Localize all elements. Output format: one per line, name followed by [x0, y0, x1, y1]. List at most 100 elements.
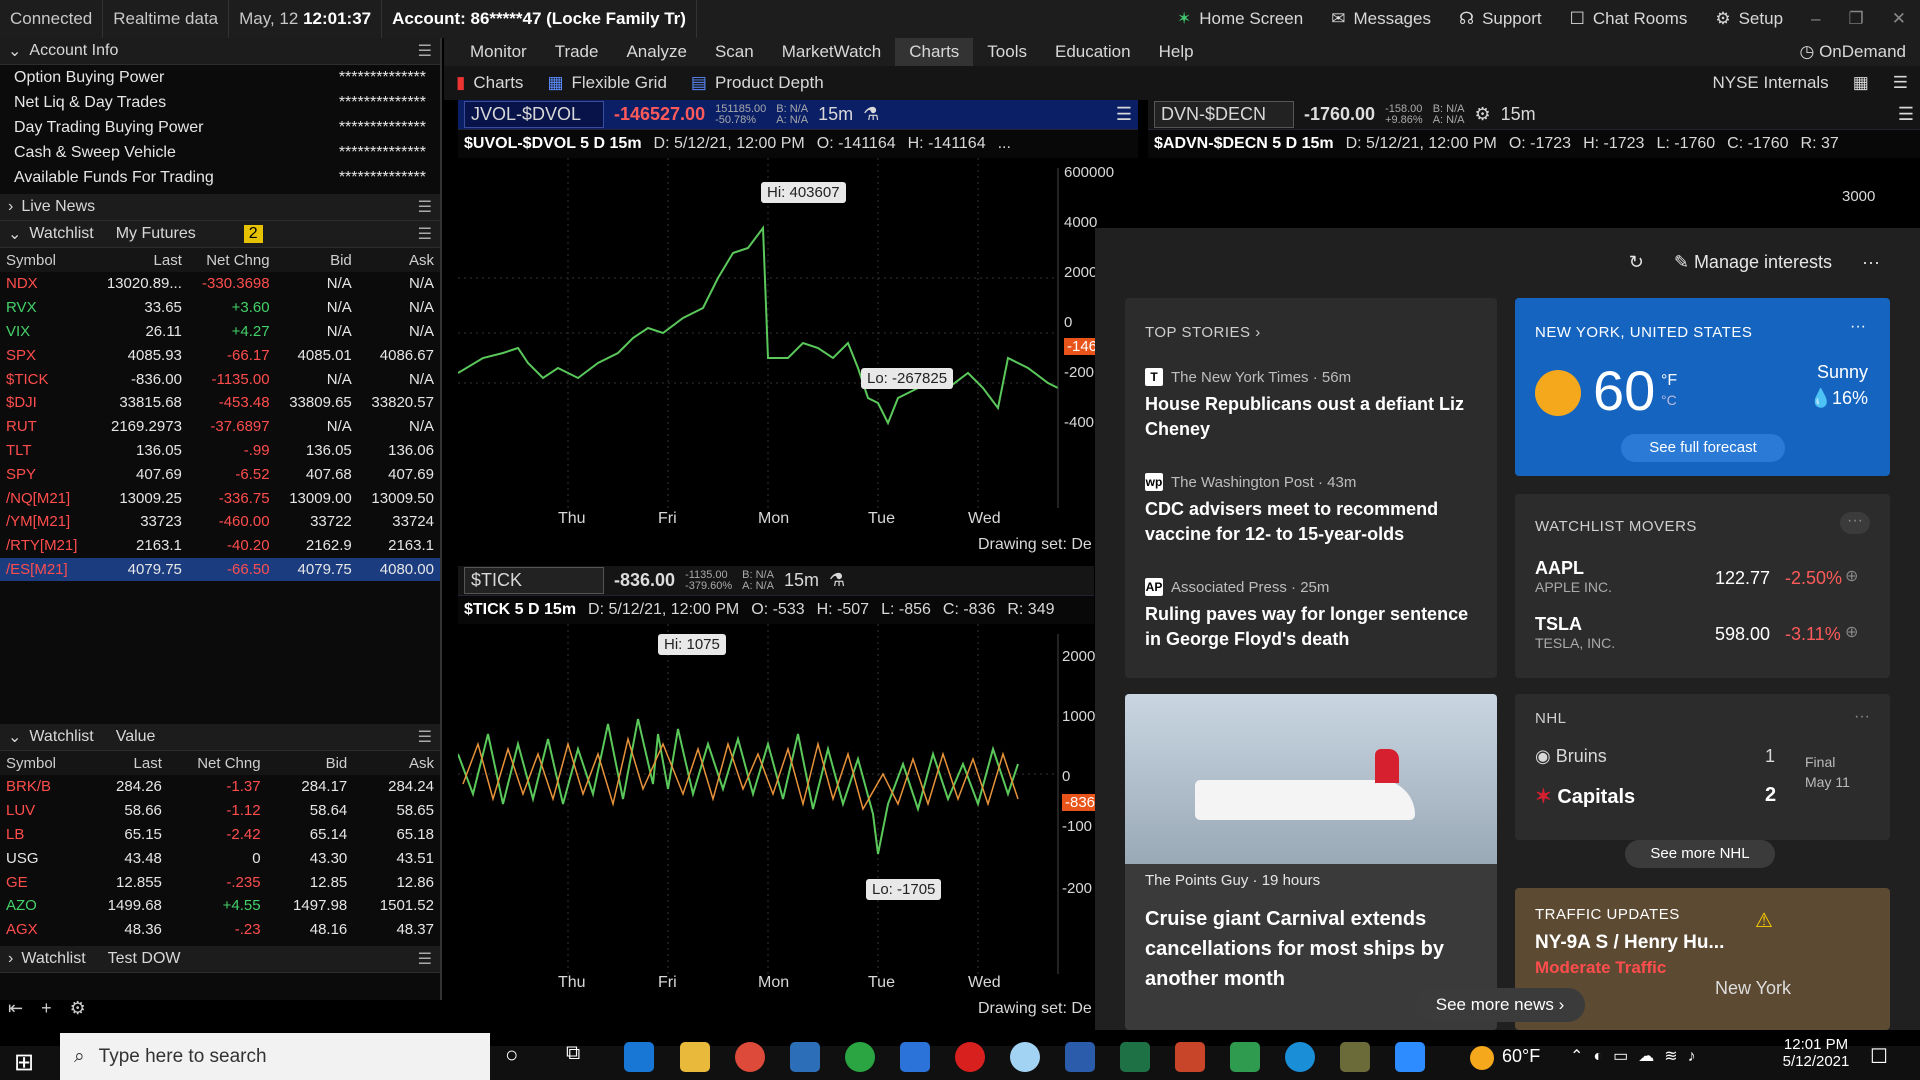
slack-icon[interactable] — [1010, 1042, 1040, 1072]
gear-icon[interactable]: ⚙ — [70, 998, 86, 1019]
menu-charts[interactable]: Charts — [895, 38, 974, 66]
col-bid[interactable]: Bid — [275, 248, 358, 272]
unit-c[interactable]: °C — [1661, 392, 1677, 408]
tab-product-depth[interactable]: ▤ Product Depth — [679, 66, 836, 100]
manage-interests-button[interactable]: ✎ Manage interests — [1674, 252, 1832, 273]
menu-help[interactable]: Help — [1145, 38, 1208, 66]
drawing-set[interactable]: Drawing set: De — [978, 1000, 1094, 1018]
messages-button[interactable]: ✉ Messages — [1317, 0, 1445, 38]
symbol-input[interactable]: JVOL-$DVOL — [464, 101, 604, 128]
add-icon[interactable]: ⊕ — [1845, 622, 1858, 642]
nhl-card[interactable]: NHL ··· ◉ Bruins 1 ✶ Capitals 2 Final Ma… — [1515, 694, 1890, 840]
chat-rooms-button[interactable]: ☐ Chat Rooms — [1556, 0, 1702, 38]
taskbar-weather[interactable]: 60°F — [1502, 1046, 1540, 1067]
more-options-icon[interactable]: ··· — [1862, 252, 1880, 273]
zoom-icon[interactable] — [1395, 1042, 1425, 1072]
file-explorer-icon[interactable] — [680, 1042, 710, 1072]
table-row[interactable]: GE 12.855 -.235 12.85 12.86 — [0, 870, 440, 894]
menu-icon[interactable]: ☰ — [418, 949, 432, 969]
unit-f[interactable]: °F — [1661, 372, 1677, 390]
nyse-internals-label[interactable]: NYSE Internals — [1700, 66, 1840, 100]
see-more-news-button[interactable]: See more news › — [1415, 988, 1585, 1022]
notification-icon[interactable]: ☐ — [1870, 1044, 1888, 1069]
col-net-chng[interactable]: Net Chng — [167, 751, 267, 775]
watchlist-select[interactable]: Test DOW — [108, 950, 181, 968]
menu-icon[interactable]: ☰ — [418, 224, 432, 244]
edge-icon[interactable] — [624, 1042, 654, 1072]
menu-icon[interactable]: ☰ — [418, 197, 432, 217]
chart-plot[interactable]: Hi: 1075 Lo: -1705 2000 1000 0 -836 -100… — [457, 624, 1099, 1004]
chrome-icon[interactable] — [735, 1042, 765, 1072]
app-icon[interactable] — [1340, 1042, 1370, 1072]
tab-charts[interactable]: ▮ Charts — [444, 66, 535, 100]
support-button[interactable]: ☊ Support — [1445, 0, 1556, 38]
table-row[interactable]: /ES[M21] 4079.75 -66.50 4079.75 4080.00 — [0, 557, 440, 582]
tab-flexible-grid[interactable]: ▦ Flexible Grid — [535, 66, 678, 100]
windows-start-icon[interactable]: ⊞ — [14, 1048, 34, 1077]
table-row[interactable]: /YM[M21] 33723 -460.00 33722 33724 — [0, 510, 440, 534]
menu-icon[interactable]: ☰ — [1116, 104, 1132, 125]
more-options-icon[interactable]: ··· — [1850, 318, 1866, 336]
top-stories-link[interactable]: TOP STORIES › — [1145, 324, 1261, 341]
table-row[interactable]: $DJI 33815.68 -453.48 33809.65 33820.57 — [0, 391, 440, 415]
skype-icon[interactable] — [1285, 1042, 1315, 1072]
col-symbol[interactable]: Symbol — [0, 751, 82, 775]
col-bid[interactable]: Bid — [266, 751, 354, 775]
table-row[interactable]: USG 43.48 0 43.30 43.51 — [0, 846, 440, 870]
see-more-nhl-button[interactable]: See more NHL — [1625, 840, 1775, 868]
col-last[interactable]: Last — [81, 751, 168, 775]
close-button[interactable]: ✕ — [1878, 0, 1920, 38]
see-full-forecast-button[interactable]: See full forecast — [1621, 434, 1785, 462]
add-icon[interactable]: + — [41, 998, 52, 1019]
table-row[interactable]: RVX 33.65 +3.60 N/A N/A — [0, 296, 440, 320]
studies-icon[interactable]: ⚗ — [863, 104, 879, 125]
gear-icon[interactable]: ⚙ — [1474, 104, 1490, 125]
menu-icon[interactable]: ☰ — [1898, 104, 1914, 125]
table-row[interactable]: SPX 4085.93 -66.17 4085.01 4086.67 — [0, 343, 440, 367]
live-news-header[interactable]: › Live News ☰ — [0, 194, 440, 221]
col-ask[interactable]: Ask — [353, 751, 440, 775]
table-row[interactable]: /RTY[M21] 2163.1 -40.20 2162.9 2163.1 — [0, 534, 440, 558]
news-story[interactable]: AP Associated Press · 25m Ruling paves wa… — [1145, 578, 1480, 652]
todo-icon[interactable] — [900, 1042, 930, 1072]
studies-icon[interactable]: ⚗ — [829, 570, 845, 591]
menu-icon[interactable]: ☰ — [1881, 66, 1920, 100]
account-selector[interactable]: Account: 86*****47 (Locke Family Tr) — [382, 0, 697, 38]
excel-icon[interactable] — [1120, 1042, 1150, 1072]
table-row[interactable]: TLT 136.05 -.99 136.05 136.06 — [0, 439, 440, 463]
watchlist-select[interactable]: My Futures — [116, 225, 196, 243]
chart-plot[interactable]: Hi: 403607 Lo: -267825 600000 4000 2000 … — [457, 158, 1138, 538]
mover-row[interactable]: TSLA TESLA, INC. 598.00 -3.11% ⊕ — [1535, 614, 1858, 651]
table-row[interactable]: /NQ[M21] 13009.25 -336.75 13009.00 13009.50 — [0, 486, 440, 510]
add-icon[interactable]: ⊕ — [1845, 566, 1858, 586]
opera-icon[interactable] — [955, 1042, 985, 1072]
col-ask[interactable]: Ask — [357, 248, 440, 272]
powerpoint-icon[interactable] — [1175, 1042, 1205, 1072]
system-tray-icons[interactable]: ⌃◐▭☁≋♪ — [1570, 1046, 1706, 1066]
grid-layout-icon[interactable]: ▦ — [1841, 66, 1881, 100]
table-row[interactable]: $TICK -836.00 -1135.00 N/A N/A — [0, 367, 440, 391]
menu-icon[interactable]: ☰ — [418, 41, 432, 61]
col-net-chng[interactable]: Net Chng — [187, 248, 276, 272]
symbol-input[interactable]: DVN-$DECN — [1154, 101, 1294, 128]
minimize-button[interactable]: – — [1797, 0, 1834, 38]
table-row[interactable]: VIX 26.11 +4.27 N/A N/A — [0, 320, 440, 344]
realtime-status[interactable]: Realtime data — [103, 0, 230, 38]
news-story[interactable]: T The New York Times · 56m House Republic… — [1145, 368, 1480, 442]
menu-monitor[interactable]: Monitor — [456, 38, 541, 66]
more-options-icon[interactable]: ··· — [1854, 708, 1870, 726]
word-icon[interactable] — [1065, 1042, 1095, 1072]
menu-icon[interactable]: ☰ — [418, 727, 432, 747]
watchlist-select[interactable]: Value — [116, 728, 156, 746]
app-icon[interactable] — [845, 1042, 875, 1072]
task-view-icon[interactable]: ⧉ — [566, 1042, 596, 1072]
timeframe-select[interactable]: 15m — [818, 104, 853, 125]
timeframe-select[interactable]: 15m — [784, 570, 819, 591]
table-row[interactable]: AZO 1499.68 +4.55 1497.98 1501.52 — [0, 894, 440, 918]
table-row[interactable]: LB 65.15 -2.42 65.14 65.18 — [0, 823, 440, 847]
menu-analyze[interactable]: Analyze — [612, 38, 700, 66]
collapse-icon[interactable]: ⇤ — [8, 998, 23, 1019]
table-row[interactable]: LUV 58.66 -1.12 58.64 58.65 — [0, 799, 440, 823]
menu-trade[interactable]: Trade — [541, 38, 613, 66]
maximize-button[interactable]: ❐ — [1835, 0, 1878, 38]
